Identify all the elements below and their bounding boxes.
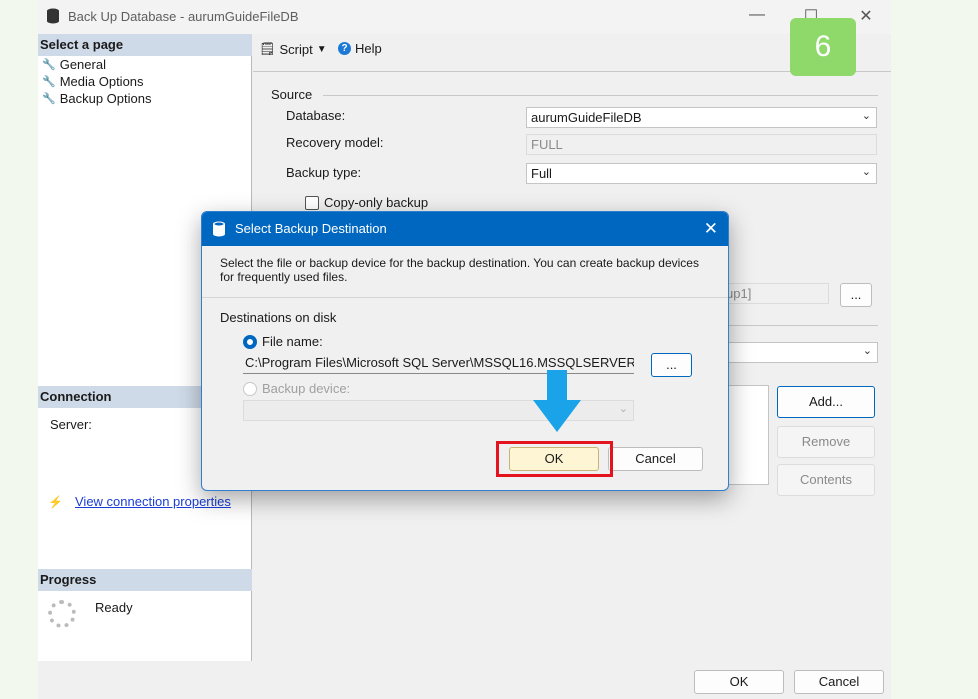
wrench-icon: 🔧 bbox=[42, 76, 56, 88]
wrench-icon: 🔧 bbox=[42, 59, 56, 71]
script-button[interactable]: 🗒 Script ▼ bbox=[259, 41, 327, 57]
backup-device-label: Backup device: bbox=[262, 381, 351, 396]
dialog-cancel-button[interactable]: Cancel bbox=[608, 447, 703, 471]
title-bar: Back Up Database - aurumGuideFileDB — ☐ … bbox=[38, 0, 891, 34]
contents-button[interactable]: Contents bbox=[777, 464, 875, 496]
backup-type-label: Backup type: bbox=[286, 165, 362, 180]
destination-group-line bbox=[721, 325, 878, 326]
copy-only-label: Copy-only backup bbox=[324, 195, 429, 210]
dialog-separator bbox=[202, 297, 728, 298]
file-name-label: File name: bbox=[262, 334, 323, 349]
destination-type-select[interactable]: ⌄ bbox=[721, 342, 878, 363]
copy-only-checkbox[interactable] bbox=[305, 196, 319, 210]
database-label: Database: bbox=[286, 108, 346, 123]
file-name-browse-button[interactable]: ... bbox=[651, 353, 692, 377]
dialog-title-bar: Select Backup Destination ✕ bbox=[202, 212, 728, 246]
chevron-down-icon: ⌄ bbox=[861, 166, 871, 178]
page-media-options[interactable]: 🔧 Media Options bbox=[42, 74, 144, 89]
database-select[interactable]: aurumGuideFileDB ⌄ bbox=[526, 107, 877, 128]
server-box bbox=[50, 431, 187, 486]
step-number-badge: 6 bbox=[790, 18, 856, 76]
select-backup-destination-dialog: Select Backup Destination ✕ Select the f… bbox=[201, 211, 729, 491]
page-backup-options[interactable]: 🔧 Backup Options bbox=[42, 91, 151, 106]
dropdown-arrow-icon: ▼ bbox=[316, 43, 327, 55]
ok-button[interactable]: OK bbox=[694, 670, 784, 694]
progress-header: Progress bbox=[38, 569, 252, 591]
database-icon bbox=[213, 221, 225, 237]
select-page-header: Select a page bbox=[38, 34, 252, 56]
down-arrow-annotation-icon bbox=[533, 370, 581, 432]
dialog-title: Select Backup Destination bbox=[235, 221, 387, 236]
recovery-model-label: Recovery model: bbox=[286, 135, 384, 150]
add-button[interactable]: Add... bbox=[777, 386, 875, 418]
cancel-button[interactable]: Cancel bbox=[794, 670, 884, 694]
window-title: Back Up Database - aurumGuideFileDB bbox=[68, 9, 299, 24]
destinations-on-disk-label: Destinations on disk bbox=[220, 310, 337, 325]
ok-button-highlight bbox=[496, 441, 613, 477]
destination-partial-field: up1] bbox=[721, 283, 829, 304]
server-label: Server: bbox=[50, 417, 92, 432]
minimize-button[interactable]: — bbox=[745, 6, 769, 24]
recovery-model-field: FULL bbox=[526, 134, 877, 155]
source-group-label: Source bbox=[271, 87, 313, 102]
dialog-description: Select the file or backup device for the… bbox=[220, 256, 699, 284]
file-name-radio[interactable] bbox=[243, 335, 257, 349]
dialog-close-icon[interactable]: ✕ bbox=[704, 219, 718, 239]
help-icon: ? bbox=[338, 42, 351, 55]
help-button[interactable]: ? Help bbox=[338, 41, 382, 56]
view-connection-properties-link[interactable]: View connection properties bbox=[75, 494, 231, 509]
chevron-down-icon: ⌄ bbox=[861, 110, 871, 122]
page-general[interactable]: 🔧 General bbox=[42, 57, 106, 72]
chevron-down-icon: ⌄ bbox=[618, 403, 628, 415]
database-icon bbox=[47, 8, 59, 24]
close-button[interactable]: ✕ bbox=[854, 6, 878, 26]
script-icon: 🗒 bbox=[259, 41, 276, 56]
remove-button[interactable]: Remove bbox=[777, 426, 875, 458]
progress-status: Ready bbox=[95, 600, 133, 615]
backup-device-radio[interactable] bbox=[243, 382, 257, 396]
source-group-line bbox=[323, 95, 878, 96]
backup-type-select[interactable]: Full ⌄ bbox=[526, 163, 877, 184]
progress-spinner-icon bbox=[48, 600, 76, 628]
chevron-down-icon: ⌄ bbox=[862, 345, 872, 357]
wrench-icon: 🔧 bbox=[42, 93, 56, 105]
connection-icon: ⚡ bbox=[48, 495, 63, 509]
destination-browse-button[interactable]: ... bbox=[840, 283, 872, 307]
